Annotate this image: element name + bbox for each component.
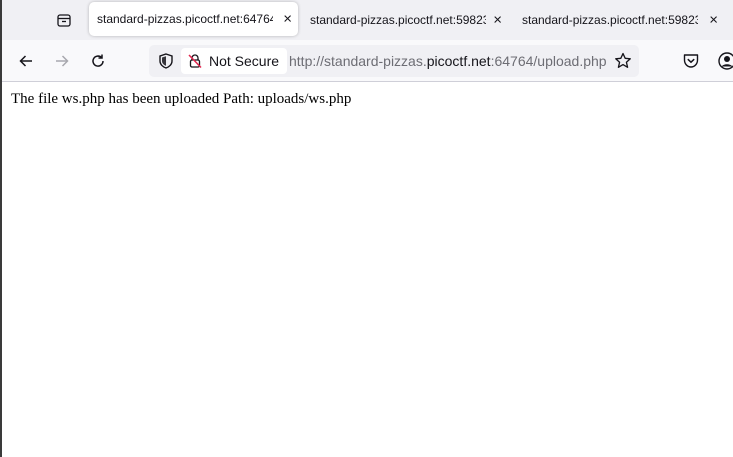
account-icon[interactable] — [717, 51, 733, 71]
pocket-icon[interactable] — [681, 51, 701, 71]
tab-list-icon[interactable] — [52, 8, 76, 32]
tab-label: standard-pizzas.picoctf.net:59823 — [310, 13, 486, 27]
tab-bar: standard-pizzas.picoctf.net:64764/upload… — [2, 0, 733, 40]
url-suffix: :64764/upload.php — [490, 53, 607, 69]
tab-label: standard-pizzas.picoctf.net:59823 — [522, 13, 698, 27]
close-tab-icon[interactable]: × — [283, 12, 292, 27]
url-host: picoctf.net — [426, 53, 491, 69]
tab-port-59823-b[interactable]: standard-pizzas.picoctf.net:59823 × — [512, 0, 724, 40]
forward-arrow-icon[interactable] — [49, 48, 75, 74]
url-prefix: http://standard-pizzas. — [289, 53, 427, 69]
url-text[interactable]: http://standard-pizzas. picoctf.net:64764… — [289, 45, 607, 77]
navigation-toolbar: Not Secure http://standard-pizzas. picoct… — [2, 40, 733, 82]
close-tab-icon[interactable]: × — [493, 13, 502, 28]
star-icon[interactable] — [613, 51, 633, 71]
address-bar[interactable]: Not Secure http://standard-pizzas. picoct… — [149, 45, 639, 77]
tab-label: standard-pizzas.picoctf.net:64764/upload… — [97, 12, 273, 26]
tab-upload-php[interactable]: standard-pizzas.picoctf.net:64764/upload… — [89, 2, 298, 36]
close-tab-icon[interactable]: × — [709, 13, 718, 28]
back-arrow-icon[interactable] — [13, 48, 39, 74]
insecure-lock-icon — [188, 54, 202, 69]
site-security-indicator[interactable]: Not Secure — [181, 48, 288, 74]
reload-icon[interactable] — [85, 48, 111, 74]
tab-port-59823-a[interactable]: standard-pizzas.picoctf.net:59823 × — [300, 0, 508, 40]
not-secure-label: Not Secure — [209, 53, 280, 69]
upload-result-message: The file ws.php has been uploaded Path: … — [11, 91, 352, 107]
tracking-protection-shield-icon[interactable] — [157, 52, 175, 70]
